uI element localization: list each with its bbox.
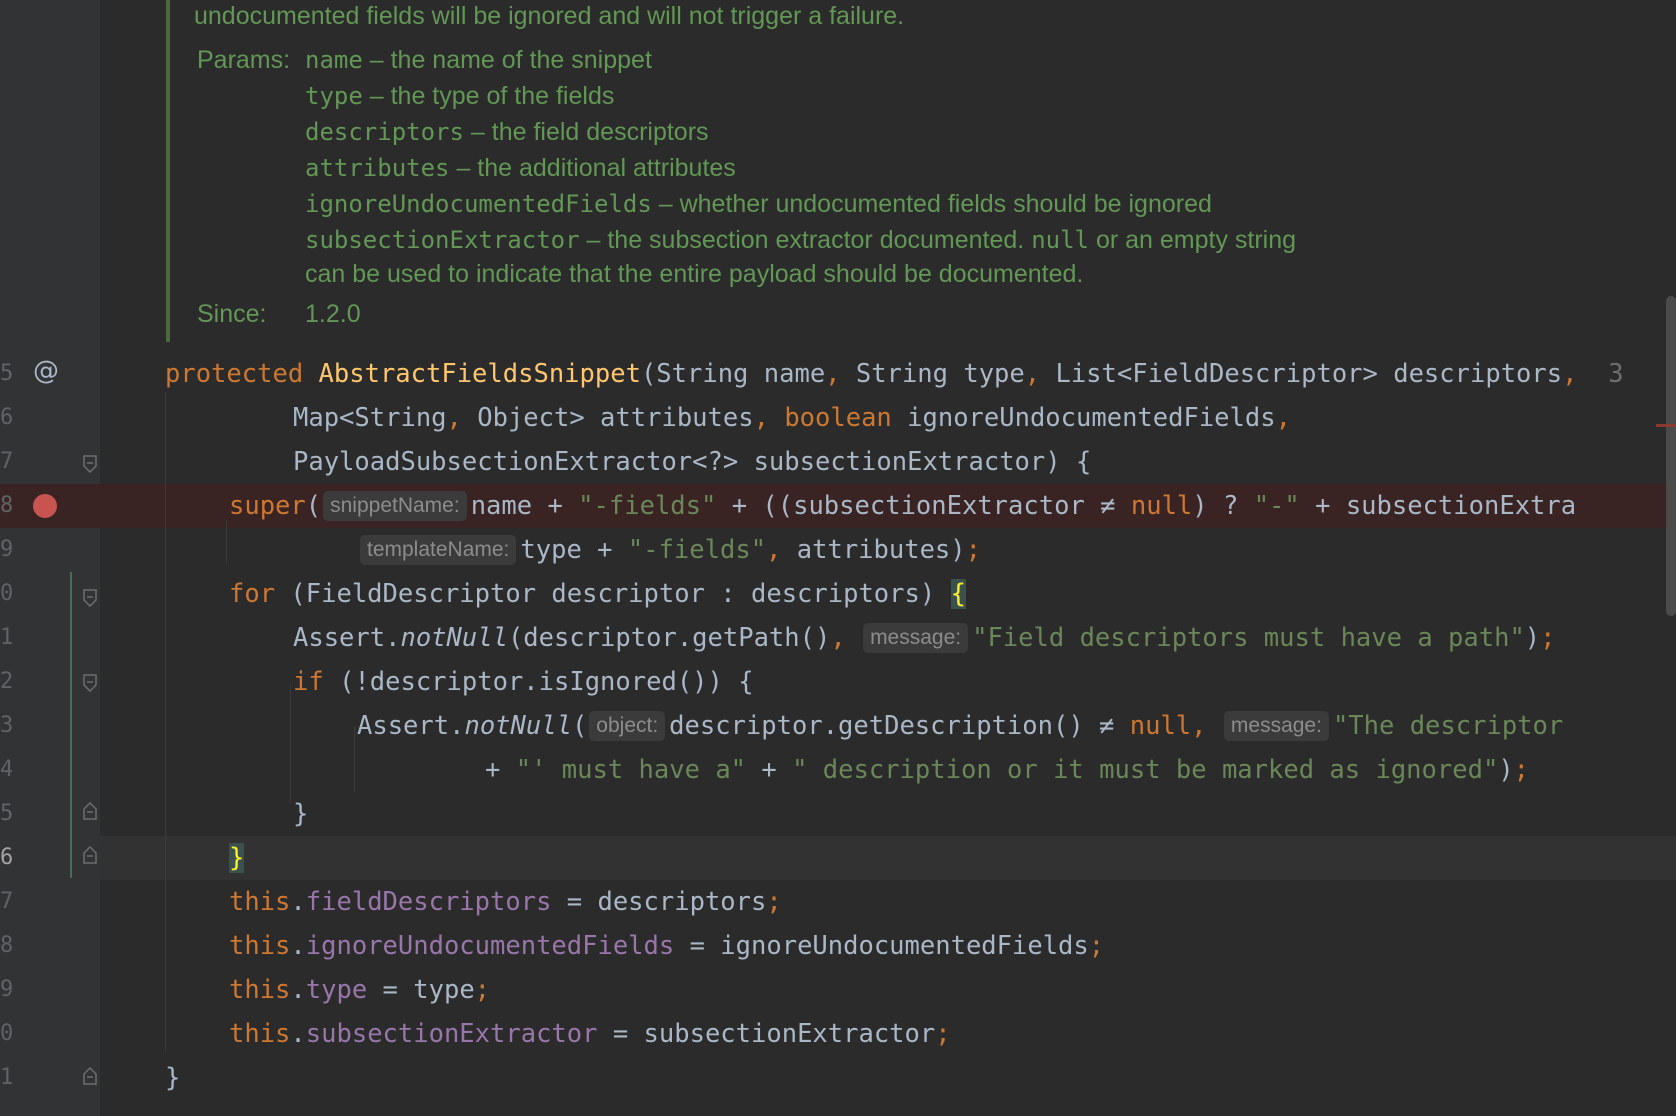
indent-guide xyxy=(226,520,227,564)
javadoc-bar xyxy=(166,0,170,342)
code-line[interactable]: super(snippetName: name + "-fields" + ((s… xyxy=(229,484,1576,528)
line-number: 6 xyxy=(0,405,12,430)
line-number: 0 xyxy=(0,1021,12,1046)
breakpoint-icon[interactable] xyxy=(33,494,57,518)
code-line[interactable]: } xyxy=(229,836,245,880)
line-number: 7 xyxy=(0,889,12,914)
line-number: 2 xyxy=(0,669,12,694)
line-number: 8 xyxy=(0,933,12,958)
fold-end-icon[interactable] xyxy=(82,1067,98,1085)
overrides-icon[interactable]: @ xyxy=(33,356,59,386)
code-line[interactable]: for (FieldDescriptor descriptor : descri… xyxy=(229,572,966,616)
scrollbar-error-mark[interactable] xyxy=(1656,424,1676,427)
fold-start-icon[interactable] xyxy=(82,674,98,692)
code-line[interactable]: } xyxy=(165,1056,180,1100)
current-line-number: 6 xyxy=(0,845,12,870)
javadoc-line: undocumented fields will be ignored and … xyxy=(194,2,905,30)
param-name: name – the name of the snippet xyxy=(305,46,652,74)
matched-brace: { xyxy=(950,579,966,609)
parameter-hint: object: xyxy=(589,711,666,741)
code-line[interactable]: PayloadSubsectionExtractor<?> subsection… xyxy=(293,440,1091,484)
indent-guide xyxy=(354,726,355,792)
matched-brace: } xyxy=(229,843,245,873)
code-line[interactable]: + "' must have a" + " description or it … xyxy=(485,748,1529,792)
editor-gutter[interactable] xyxy=(0,0,100,1116)
param-ignore-undocumented: ignoreUndocumentedFields – whether undoc… xyxy=(305,190,1212,218)
code-line[interactable]: this.fieldDescriptors = descriptors; xyxy=(229,880,782,924)
param-continuation: can be used to indicate that the entire … xyxy=(305,260,1084,288)
line-number: 1 xyxy=(0,1065,12,1090)
line-number: 0 xyxy=(0,581,12,606)
vcs-change-marker[interactable] xyxy=(70,572,72,878)
param-attributes: attributes – the additional attributes xyxy=(305,154,736,182)
line-number: 9 xyxy=(0,537,12,562)
vertical-scrollbar[interactable] xyxy=(1666,296,1676,616)
line-number: 5 xyxy=(0,361,12,386)
code-line[interactable]: this.subsectionExtractor = subsectionExt… xyxy=(229,1012,951,1056)
code-line[interactable]: if (!descriptor.isIgnored()) { xyxy=(293,660,754,704)
line-number: 1 xyxy=(0,625,12,650)
parameter-hint: templateName: xyxy=(360,535,517,565)
fold-start-icon[interactable] xyxy=(82,589,98,607)
code-line[interactable]: this.ignoreUndocumentedFields = ignoreUn… xyxy=(229,924,1104,968)
code-line[interactable]: Assert.notNull(object: descriptor.getDesc… xyxy=(357,704,1563,748)
code-line[interactable]: protected AbstractFieldsSnippet(String n… xyxy=(165,352,1624,396)
parameter-hint: snippetName: xyxy=(323,491,467,521)
params-label: Params: xyxy=(197,46,291,74)
code-line[interactable]: } xyxy=(293,792,308,836)
line-number: 4 xyxy=(0,757,12,782)
caret-line-highlight xyxy=(100,836,1676,880)
param-subsection-extractor: subsectionExtractor – the subsection ext… xyxy=(305,226,1297,254)
line-number: 9 xyxy=(0,977,12,1002)
since-label: Since: xyxy=(197,300,267,328)
code-line[interactable]: this.type = type; xyxy=(229,968,490,1012)
fold-end-icon[interactable] xyxy=(82,846,98,864)
indent-guide xyxy=(290,684,291,804)
fold-end-icon[interactable] xyxy=(82,802,98,820)
param-type: type – the type of the fields xyxy=(305,82,615,110)
line-number: 7 xyxy=(0,449,12,474)
since-value: 1.2.0 xyxy=(305,300,361,328)
indent-guide xyxy=(165,392,166,1052)
parameter-hint: message: xyxy=(863,623,969,653)
code-line[interactable]: templateName: type + "-fields", attribute… xyxy=(358,528,981,572)
param-descriptors: descriptors – the field descriptors xyxy=(305,118,709,146)
code-line[interactable]: Map<String, Object> attributes, boolean … xyxy=(293,396,1291,440)
line-number: 3 xyxy=(0,713,12,738)
parameter-hint: message: xyxy=(1223,711,1329,741)
fold-start-icon[interactable] xyxy=(82,455,98,473)
line-number: 5 xyxy=(0,801,12,826)
code-line[interactable]: Assert.notNull(descriptor.getPath(), mes… xyxy=(293,616,1556,660)
line-number: 8 xyxy=(0,493,12,518)
